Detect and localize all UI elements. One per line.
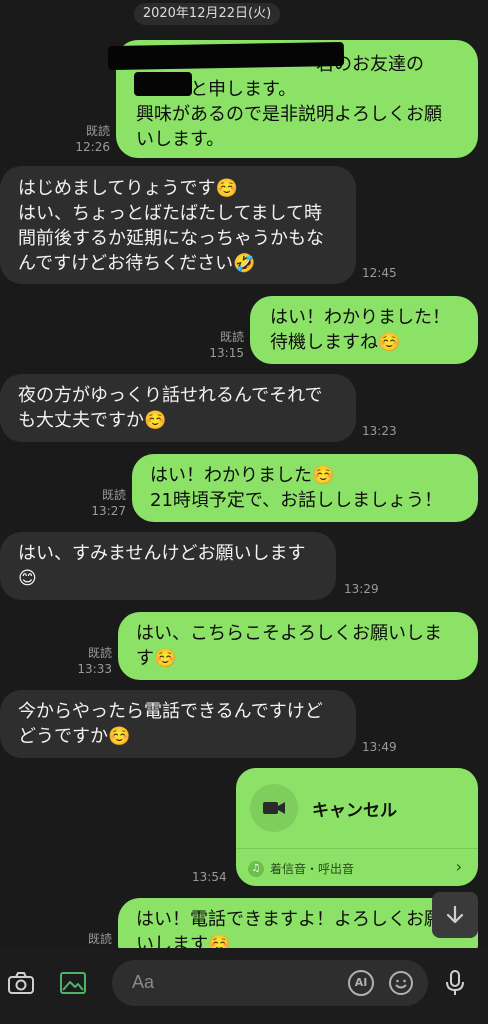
message-time: 12:26: [75, 140, 110, 154]
video-camera-icon: [250, 784, 298, 832]
date-chip: 2020年12月22日(火): [134, 3, 280, 25]
image-icon: [60, 972, 86, 994]
chat-area[interactable]: 2020年12月22日(火) 君のお友達の と申します。 興味があるので是非説明…: [0, 0, 488, 948]
outgoing-message[interactable]: はい！電話できますよ！よろしくお願 いします☺️: [118, 898, 478, 948]
incoming-message[interactable]: はい、すみませんけどお願いします 😊: [0, 532, 336, 600]
ringtone-label: 着信音・呼出音: [270, 862, 355, 876]
microphone-button[interactable]: [438, 966, 472, 1000]
incoming-message[interactable]: はじめましてりょうです☺️ はい、ちょっとばたばたしてまして時 間前後するか延期…: [0, 166, 356, 284]
call-card[interactable]: キャンセル ♫ 着信音・呼出音 ›: [236, 768, 478, 886]
call-card-main[interactable]: キャンセル: [236, 768, 478, 848]
input-placeholder: Aa: [132, 972, 155, 992]
ringtone-link[interactable]: ♫ 着信音・呼出音 ›: [236, 848, 478, 886]
ai-button[interactable]: AI: [348, 970, 374, 996]
redacted-name: [134, 72, 192, 96]
music-note-icon: ♫: [248, 861, 264, 877]
camera-button[interactable]: [4, 966, 38, 1000]
read-receipt: 既読: [85, 124, 110, 138]
scroll-down-button[interactable]: [432, 892, 478, 938]
outgoing-message[interactable]: はい！わかりました☺️ 21時頃予定で、お話ししましょう！: [132, 454, 478, 522]
message-time: 12:45: [362, 266, 397, 280]
chevron-right-icon: ›: [455, 857, 462, 876]
redacted-name: [107, 41, 345, 71]
gallery-button[interactable]: [56, 966, 90, 1000]
incoming-message[interactable]: 夜の方がゆっくり話せれるんでそれで も大丈夫ですか☺️: [0, 374, 356, 442]
read-receipt: 既読: [101, 488, 126, 502]
message-time: 13:54: [192, 870, 227, 884]
call-title: キャンセル: [312, 801, 397, 821]
outgoing-message[interactable]: はい！わかりました！ 待機しますね☺️: [250, 296, 478, 364]
input-bar: Aa AI: [0, 948, 488, 1024]
microphone-icon: [446, 970, 464, 995]
message-time: 13:33: [77, 662, 112, 676]
read-receipt: 既読: [87, 932, 112, 946]
message-time: 13:49: [362, 740, 397, 754]
emoji-icon: [389, 971, 413, 995]
message-time: 13:29: [344, 582, 379, 596]
arrow-down-icon: [446, 905, 464, 924]
message-time: 13:15: [209, 346, 244, 360]
message-time: 13:27: [91, 504, 126, 518]
camera-icon: [8, 972, 34, 994]
message-time: 13:23: [362, 424, 397, 438]
read-receipt: 既読: [219, 330, 244, 344]
incoming-message[interactable]: 今からやったら電話できるんですけど どうですか☺️: [0, 690, 356, 758]
emoji-button[interactable]: [388, 970, 414, 996]
read-receipt: 既読: [87, 646, 112, 660]
message-input[interactable]: Aa AI: [112, 960, 428, 1006]
outgoing-message[interactable]: はい、こちらこそよろしくお願いしま す☺️: [118, 612, 478, 680]
